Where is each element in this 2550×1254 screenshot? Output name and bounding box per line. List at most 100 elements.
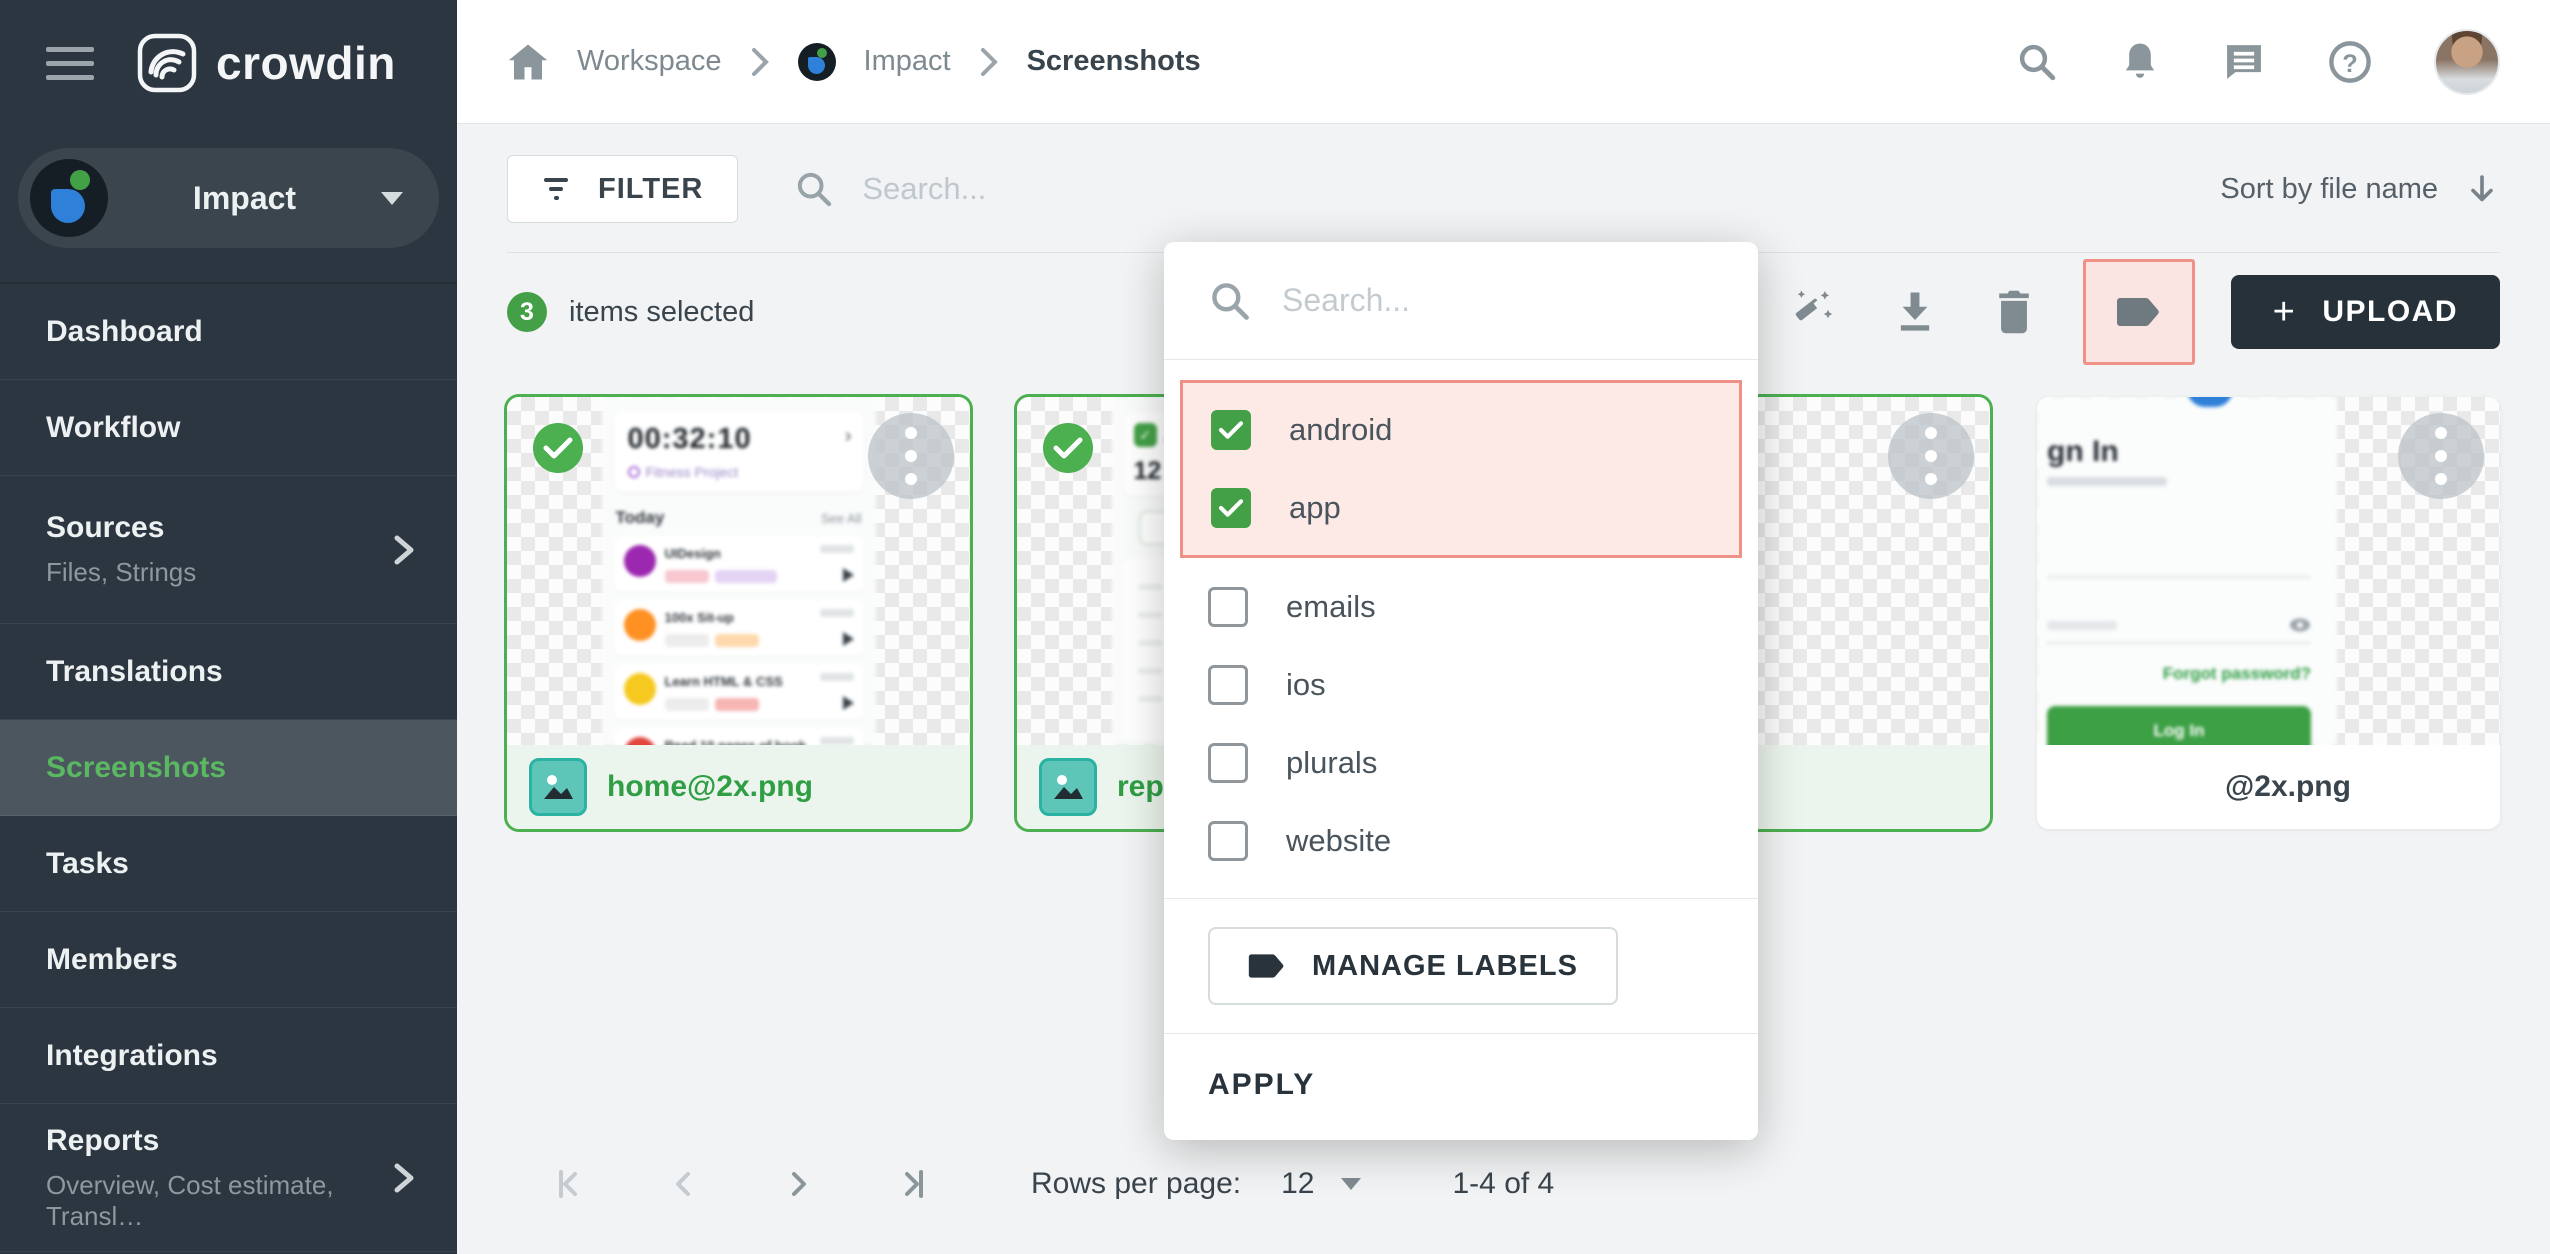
chevron-right-icon: [979, 46, 999, 78]
chevron-down-icon[interactable]: [1341, 1178, 1361, 1190]
breadcrumb-project[interactable]: Impact: [864, 45, 951, 78]
last-page-button[interactable]: [895, 1164, 935, 1204]
sidebar-item-sources[interactable]: Sources Files, Strings: [0, 476, 457, 624]
user-avatar[interactable]: [2434, 29, 2500, 95]
checkbox-icon[interactable]: [1208, 821, 1248, 861]
selected-count-badge: 3: [507, 292, 547, 332]
arrow-down-icon: [2464, 171, 2500, 207]
apply-button[interactable]: APPLY: [1164, 1033, 1758, 1140]
breadcrumb-workspace[interactable]: Workspace: [577, 45, 722, 78]
sort-control[interactable]: Sort by file name: [2220, 171, 2500, 207]
label-option-ios[interactable]: ios: [1164, 646, 1758, 724]
breadcrumb: Workspace Impact Screenshots: [507, 42, 1201, 82]
manage-labels-button[interactable]: MANAGE LABELS: [1208, 927, 1618, 1005]
next-page-button[interactable]: [779, 1164, 819, 1204]
filter-button[interactable]: FILTER: [507, 155, 738, 223]
search-input[interactable]: [862, 171, 1462, 207]
download-icon[interactable]: [1893, 289, 1937, 335]
previous-page-button[interactable]: [663, 1164, 703, 1204]
label-icon: [2117, 298, 2159, 326]
selected-check-icon[interactable]: [1043, 423, 1093, 473]
sidebar-item-tasks[interactable]: Tasks: [0, 816, 457, 912]
screenshot-filename: home@2x.png: [607, 770, 813, 804]
crowdin-logo-text: crowdin: [216, 36, 396, 90]
label-option-plurals[interactable]: plurals: [1164, 724, 1758, 802]
label-icon: [1248, 951, 1286, 981]
image-file-icon: [529, 758, 587, 816]
sort-label: Sort by file name: [2220, 173, 2438, 206]
auto-tag-wand-icon[interactable]: [1789, 288, 1837, 336]
crowdin-logo-icon: [136, 32, 198, 94]
checkbox-checked-icon[interactable]: [1211, 410, 1251, 450]
checkbox-checked-icon[interactable]: [1211, 488, 1251, 528]
label-tag-button-highlighted[interactable]: [2083, 259, 2195, 365]
hamburger-menu-icon[interactable]: [46, 47, 94, 80]
labels-dropdown: android app emails ios plurals website: [1164, 242, 1758, 1140]
checkbox-icon[interactable]: [1208, 743, 1248, 783]
filter-row: FILTER Sort by file name: [507, 146, 2500, 232]
rows-per-page-value[interactable]: 12: [1281, 1167, 1314, 1201]
plus-icon: +: [2273, 291, 2297, 334]
label-option-emails[interactable]: emails: [1164, 568, 1758, 646]
screenshot-card-home[interactable]: 00:32:10 › Fitness Project Today See All…: [507, 397, 970, 829]
breadcrumb-project-avatar: [798, 43, 836, 81]
rows-per-page-label: Rows per page:: [1031, 1167, 1241, 1201]
upload-button[interactable]: + UPLOAD: [2231, 275, 2500, 349]
project-selector[interactable]: Impact: [18, 148, 439, 248]
card-menu-kebab-icon[interactable]: [2398, 413, 2484, 499]
thumbnail-preview: gn In Forgot password? Log In: [2037, 397, 2337, 745]
screenshot-card-signin[interactable]: gn In Forgot password? Log In @2x.png: [2037, 397, 2500, 829]
chevron-right-icon: [391, 1158, 417, 1198]
card-footer: home@2x.png: [507, 745, 970, 829]
home-icon[interactable]: [507, 42, 549, 82]
selected-count-text: items selected: [569, 296, 754, 329]
brand-row: crowdin: [0, 0, 457, 126]
svg-text:?: ?: [2342, 50, 2358, 78]
filter-icon: [542, 175, 574, 203]
crowdin-logo[interactable]: crowdin: [136, 32, 396, 94]
sidebar: crowdin Impact Dashboard Workflow Source…: [0, 0, 457, 1254]
image-file-icon: [1039, 758, 1097, 816]
checkbox-icon[interactable]: [1208, 665, 1248, 705]
pagination: Rows per page: 12 1-4 of 4: [547, 1164, 1554, 1204]
label-option-android[interactable]: android: [1183, 391, 1739, 469]
search-icon: [794, 169, 834, 209]
sidebar-item-dashboard[interactable]: Dashboard: [0, 284, 457, 380]
sidebar-item-integrations[interactable]: Integrations: [0, 1008, 457, 1104]
sidebar-item-workflow[interactable]: Workflow: [0, 380, 457, 476]
search-bar: [794, 169, 2220, 209]
chevron-down-icon: [381, 192, 403, 205]
card-menu-kebab-icon[interactable]: [868, 413, 954, 499]
sidebar-item-reports[interactable]: Reports Overview, Cost estimate, Transl…: [0, 1104, 457, 1252]
card-menu-kebab-icon[interactable]: [1888, 413, 1974, 499]
selected-check-icon[interactable]: [533, 423, 583, 473]
topbar-actions: ?: [2016, 29, 2500, 95]
thumbnail-preview: 00:32:10 › Fitness Project Today See All…: [602, 397, 876, 745]
project-avatar: [30, 159, 108, 237]
search-icon: [1208, 279, 1252, 323]
card-footer: @2x.png: [2037, 745, 2500, 829]
labels-search-input[interactable]: [1282, 282, 1714, 319]
delete-trash-icon[interactable]: [1993, 288, 2035, 336]
divider: [1164, 898, 1758, 899]
first-page-button[interactable]: [547, 1164, 587, 1204]
sidebar-item-translations[interactable]: Translations: [0, 624, 457, 720]
breadcrumb-current-page: Screenshots: [1027, 45, 1201, 78]
chevron-right-icon: [750, 46, 770, 78]
page-range: 1-4 of 4: [1453, 1167, 1555, 1201]
sidebar-item-screenshots[interactable]: Screenshots: [0, 720, 457, 816]
label-option-website[interactable]: website: [1164, 802, 1758, 880]
sidebar-nav: Dashboard Workflow Sources Files, String…: [0, 282, 457, 1252]
checkbox-icon[interactable]: [1208, 587, 1248, 627]
messages-chat-icon[interactable]: [2222, 41, 2266, 83]
sidebar-item-members[interactable]: Members: [0, 912, 457, 1008]
search-icon[interactable]: [2016, 41, 2058, 83]
eye-icon: [2289, 618, 2311, 632]
help-icon[interactable]: ?: [2328, 40, 2372, 84]
label-option-app[interactable]: app: [1183, 469, 1739, 547]
highlighted-labels-group: android app: [1180, 380, 1742, 558]
notifications-bell-icon[interactable]: [2120, 40, 2160, 84]
screenshot-filename: @2x.png: [2225, 770, 2351, 804]
labels-search-row: [1164, 242, 1758, 360]
labels-list: android app emails ios plurals website: [1164, 360, 1758, 884]
